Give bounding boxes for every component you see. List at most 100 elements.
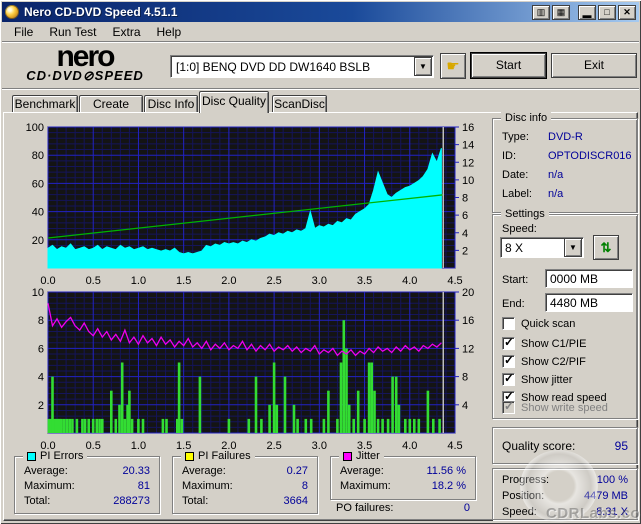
disc-type-value: DVD-R [548, 131, 583, 143]
menu-run-test[interactable]: Run Test [41, 23, 104, 41]
show-c2-pif-label: Show C2/PIF [521, 355, 586, 368]
checkbox-checked-icon [502, 371, 515, 386]
pi-errors-swatch-icon [27, 451, 36, 461]
svg-text:16: 16 [462, 315, 474, 327]
minimize-button[interactable]: ▬ [578, 4, 596, 20]
nero-logo-text: nero [56, 40, 115, 73]
show-write-speed-label: Show write speed [521, 401, 608, 414]
svg-text:8: 8 [462, 372, 468, 384]
drive-select[interactable]: [1:0] BENQ DVD DD DW1640 BSLB ▼ [170, 55, 434, 78]
pi-errors-legend: PI Errors [23, 450, 88, 462]
drive-select-value: [1:0] BENQ DVD DD DW1640 BSLB [176, 59, 371, 74]
close-icon: ✕ [623, 6, 631, 17]
show-c1-pie-checkbox[interactable]: Show C1/PIE [502, 335, 586, 350]
hand-icon: ☛ [446, 58, 460, 75]
close-button[interactable]: ✕ [618, 4, 636, 20]
svg-text:10: 10 [32, 287, 44, 299]
app-window: Nero CD-DVD Speed 4.51.1 ▥ ▦ ▬ □ ✕ File … [0, 0, 641, 524]
disc-id-label: ID: [502, 150, 517, 162]
start-position-input[interactable] [545, 269, 633, 288]
disc-info-group: Disc info Type: DVD-R ID: OPTODISCR016 Dat… [492, 112, 638, 213]
exit-button[interactable]: Exit [551, 53, 637, 78]
pi-errors-chart: 2 4 6 8 10 12 14 16 20 40 60 80 100 0.0 0.5 1.0 1.5 2.0 2.… [24, 118, 490, 288]
svg-text:80: 80 [32, 150, 44, 162]
save-results-button[interactable]: ▦ [552, 4, 570, 20]
disc-date-label: Date: [502, 169, 529, 181]
pif-total-value: 3664 [283, 495, 308, 507]
tab-disc-quality[interactable]: Disc Quality [199, 91, 269, 113]
pie-maximum-label: Maximum: [24, 480, 75, 492]
speed-select-dropdown-button[interactable]: ▼ [564, 238, 582, 257]
pif-average-value: 0.27 [286, 465, 308, 477]
po-failures-value: 0 [463, 502, 470, 514]
pi-errors-title: PI Errors [40, 450, 84, 462]
jitter-title: Jitter [356, 450, 380, 462]
svg-text:16: 16 [462, 122, 474, 134]
menu-bar: File Run Test Extra Help [2, 22, 639, 42]
nero-logo: nero CD·DVD⊘SPEED [10, 40, 160, 84]
svg-text:4: 4 [462, 400, 468, 412]
menu-file[interactable]: File [6, 23, 41, 41]
pif-total-label: Total: [182, 495, 209, 507]
svg-text:4.0: 4.0 [402, 440, 417, 452]
eject-load-button[interactable]: ☛ [440, 53, 466, 79]
checkbox-checked-icon [502, 335, 515, 350]
floppy-save-icon: ▦ [556, 6, 566, 17]
settings-group: Settings Speed: 8 X ▼ ⇅ Start: End: Quic… [492, 208, 638, 419]
svg-text:2: 2 [462, 245, 468, 257]
quick-scan-label: Quick scan [521, 317, 576, 330]
copy-to-clipboard-button[interactable]: ▥ [532, 4, 550, 20]
svg-text:20: 20 [462, 287, 474, 299]
svg-text:2: 2 [38, 400, 44, 412]
speed-label: Speed: [502, 223, 537, 235]
maximize-icon: □ [604, 6, 610, 17]
watermark-text: CDRLabs.com [546, 505, 641, 522]
checkbox-icon [502, 317, 515, 330]
po-failures-row: PO failures: 0 [336, 502, 470, 514]
refresh-arrows-icon: ⇅ [600, 239, 612, 255]
tab-benchmark[interactable]: Benchmark [12, 95, 78, 113]
menu-help[interactable]: Help [149, 23, 190, 41]
tab-create-disc[interactable]: Create Disc [79, 95, 143, 128]
tab-scandisc[interactable]: ScanDisc [272, 95, 327, 113]
disc-id-value: OPTODISCR016 [548, 150, 632, 162]
svg-text:4: 4 [38, 372, 44, 384]
app-icon [5, 5, 19, 19]
jitter-maximum-label: Maximum: [340, 480, 391, 492]
show-jitter-checkbox[interactable]: Show jitter [502, 371, 573, 386]
disc-info-title: Disc info [501, 112, 552, 124]
disc-type-label: Type: [502, 131, 529, 143]
show-jitter-label: Show jitter [521, 373, 573, 386]
svg-text:12: 12 [462, 157, 474, 169]
end-position-label: End: [502, 298, 525, 310]
quality-score-value: 95 [614, 439, 628, 453]
jitter-stats-group: Jitter Average: 11.56 % Maximum: 18.2 % [330, 450, 476, 500]
svg-text:40: 40 [32, 207, 44, 219]
jitter-maximum-value: 18.2 % [431, 480, 466, 492]
start-position-label: Start: [502, 274, 529, 286]
speed-select[interactable]: 8 X ▼ [500, 237, 584, 258]
pif-average-label: Average: [182, 465, 226, 477]
disc-date-value: n/a [548, 169, 564, 181]
end-position-input[interactable] [545, 293, 633, 312]
pi-failures-stats-group: PI Failures Average: 0.27 Maximum: 8 Total… [172, 450, 318, 514]
quick-scan-checkbox[interactable]: Quick scan [502, 317, 575, 330]
svg-text:8: 8 [462, 193, 468, 205]
svg-text:4.5: 4.5 [447, 440, 462, 452]
chevron-down-icon: ▼ [419, 62, 427, 71]
refresh-speeds-button[interactable]: ⇅ [593, 235, 619, 260]
clipboard-icon: ▥ [536, 6, 546, 17]
start-button[interactable]: Start [470, 52, 547, 79]
jitter-average-value: 11.56 % [426, 465, 466, 477]
svg-text:3.0: 3.0 [312, 440, 327, 452]
svg-text:14: 14 [462, 140, 474, 152]
drive-select-dropdown-button[interactable]: ▼ [414, 57, 432, 76]
menu-extra[interactable]: Extra [104, 23, 148, 41]
maximize-button[interactable]: □ [598, 4, 616, 20]
show-c2-pif-checkbox[interactable]: Show C2/PIF [502, 353, 586, 368]
pi-failures-title: PI Failures [198, 450, 251, 462]
svg-text:8: 8 [38, 315, 44, 327]
cdspeed-logo-text: CD·DVD⊘SPEED [26, 68, 144, 83]
pif-maximum-value: 8 [301, 480, 308, 492]
tab-disc-info[interactable]: Disc Info [144, 95, 198, 113]
